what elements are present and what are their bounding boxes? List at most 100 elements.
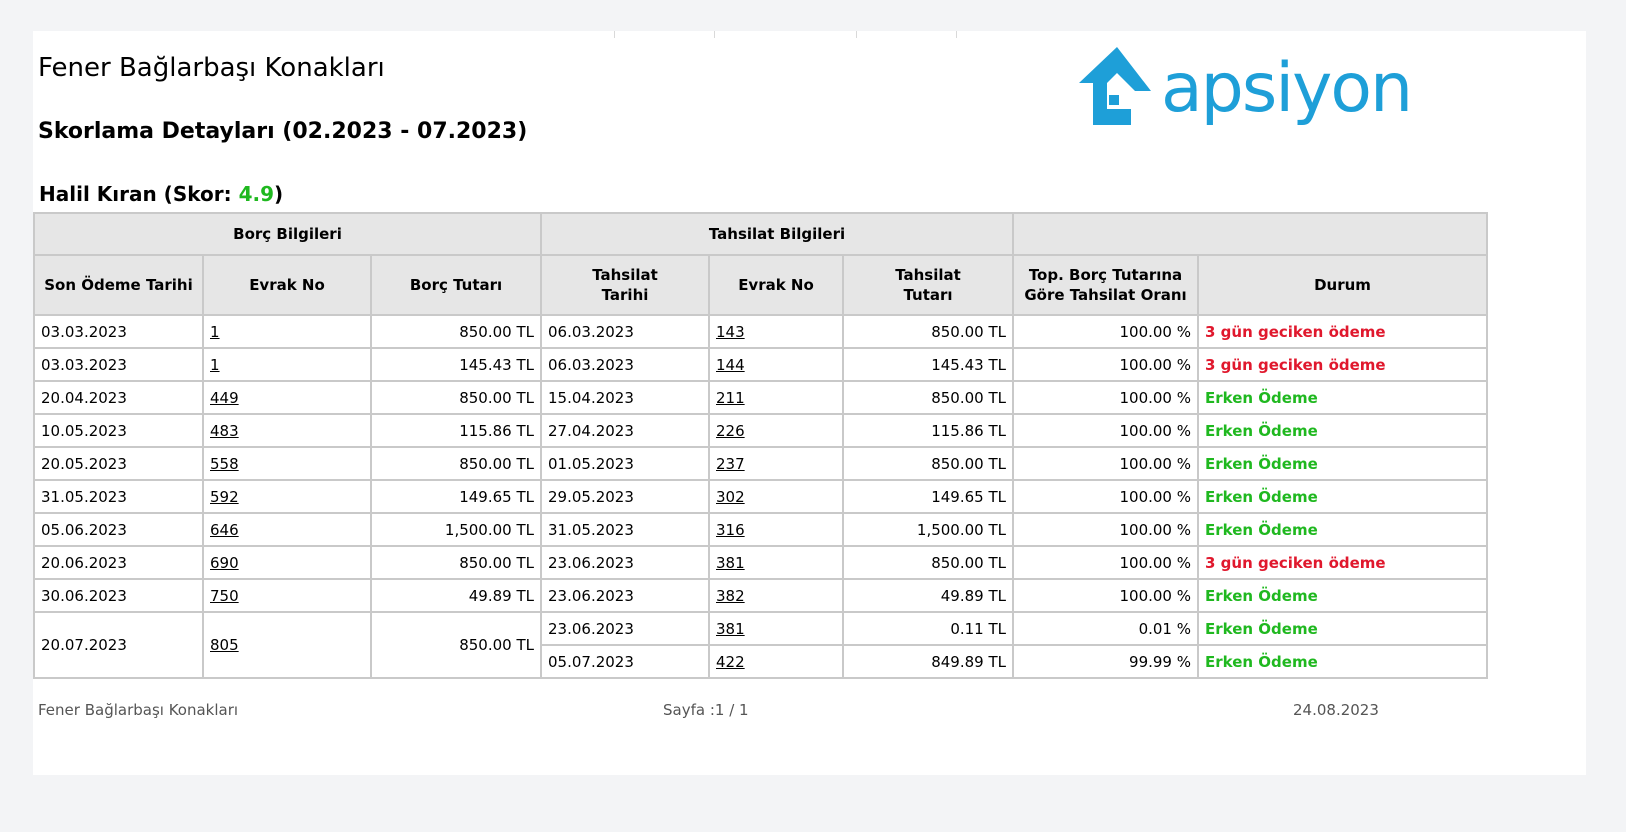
borc-evrak-link[interactable]: 558 [202, 446, 372, 481]
borc-evrak-link[interactable]: 592 [202, 479, 372, 514]
table-row: 20.04.2023 449 850.00 TL 15.04.2023 211 850.0… [33, 380, 1488, 415]
tahsilat-tarihi-cell: 15.04.2023 [540, 380, 710, 415]
tahsilat-evrak-link[interactable]: 302 [708, 479, 844, 514]
tahsilat-orani-cell: 99.99 % [1012, 644, 1199, 679]
table-row: 20.07.2023 805 850.00 TL 23.06.2023 381 0.11 … [33, 611, 1488, 679]
borc-evrak-link[interactable]: 646 [202, 512, 372, 547]
tahsilat-evrak-link[interactable]: 144 [708, 347, 844, 382]
borc-evrak-link[interactable]: 1 [202, 347, 372, 382]
tahsilat-tarihi-cell: 29.05.2023 [540, 479, 710, 514]
borc-tutari-cell: 1,500.00 TL [370, 512, 542, 547]
borc-tutari-cell: 850.00 TL [370, 611, 542, 679]
tahsilat-evrak-link[interactable]: 143 [708, 314, 844, 349]
company-name: Fener Bağlarbaşı Konakları [38, 53, 385, 83]
tahsilat-evrak-link[interactable]: 226 [708, 413, 844, 448]
tahsilat-orani-cell: 100.00 % [1012, 578, 1199, 613]
durum-status: Erken Ödeme [1197, 380, 1488, 415]
table-row: 03.03.2023 1 850.00 TL 06.03.2023 143 850.00 … [33, 314, 1488, 349]
table-body: 03.03.2023 1 850.00 TL 06.03.2023 143 850.00 … [33, 314, 1488, 679]
borc-tutari-cell: 115.86 TL [370, 413, 542, 448]
col-tahsilat-orani: Top. Borç Tutarına Göre Tahsilat Oranı [1012, 254, 1199, 316]
table-row: 31.05.2023 592 149.65 TL 29.05.2023 302 149.6… [33, 479, 1488, 514]
durum-status: Erken Ödeme [1197, 446, 1488, 481]
person-score-heading: Halil Kıran (Skor: 4.9) [39, 182, 284, 206]
tahsilat-tarihi-cell: 06.03.2023 [540, 314, 710, 349]
col-tahsilat-tarihi: Tahsilat Tarihi [540, 254, 710, 316]
group-header-tahsilat: Tahsilat Bilgileri [540, 212, 1014, 256]
borc-tutari-cell: 850.00 TL [370, 545, 542, 580]
tahsilat-tutari-cell: 149.65 TL [842, 479, 1014, 514]
col-evrak-no: Evrak No [202, 254, 372, 316]
tahsilat-evrak-link[interactable]: 316 [708, 512, 844, 547]
tahsilat-evrak-link[interactable]: 381 [708, 611, 844, 646]
son-odeme-tarihi-cell: 20.04.2023 [33, 380, 204, 415]
tahsilat-orani-cell: 100.00 % [1012, 545, 1199, 580]
borc-tutari-cell: 149.65 TL [370, 479, 542, 514]
tahsilat-tutari-cell: 850.00 TL [842, 314, 1014, 349]
report-page: Fener Bağlarbaşı Konakları Skorlama Deta… [33, 31, 1586, 775]
borc-evrak-link[interactable]: 690 [202, 545, 372, 580]
footer-company: Fener Bağlarbaşı Konakları [38, 701, 239, 719]
tahsilat-tarihi-cell: 23.06.2023 [540, 545, 710, 580]
tahsilat-tarihi-cell: 23.06.2023 [540, 578, 710, 613]
son-odeme-tarihi-cell: 20.05.2023 [33, 446, 204, 481]
son-odeme-tarihi-cell: 03.03.2023 [33, 347, 204, 382]
borc-tutari-cell: 850.00 TL [370, 380, 542, 415]
tahsilat-evrak-link[interactable]: 422 [708, 644, 844, 679]
tahsilat-orani-cell: 100.00 % [1012, 314, 1199, 349]
durum-status: Erken Ödeme [1197, 413, 1488, 448]
tahsilat-evrak-link[interactable]: 211 [708, 380, 844, 415]
table-row: 30.06.2023 750 49.89 TL 23.06.2023 382 49.89 … [33, 578, 1488, 613]
table-row: 05.06.2023 646 1,500.00 TL 31.05.2023 316 1,5… [33, 512, 1488, 547]
tahsilat-evrak-link[interactable]: 237 [708, 446, 844, 481]
borc-evrak-link[interactable]: 483 [202, 413, 372, 448]
son-odeme-tarihi-cell: 10.05.2023 [33, 413, 204, 448]
col-son-odeme-tarihi: Son Ödeme Tarihi [33, 254, 204, 316]
tahsilat-evrak-link[interactable]: 381 [708, 545, 844, 580]
tahsilat-tutari-cell: 850.00 TL [842, 380, 1014, 415]
tahsilat-tutari-cell: 0.11 TL [842, 611, 1014, 646]
son-odeme-tarihi-cell: 30.06.2023 [33, 578, 204, 613]
house-icon [1079, 47, 1151, 125]
durum-status: Erken Ödeme [1197, 512, 1488, 547]
report-title: Skorlama Detayları (02.2023 - 07.2023) [38, 119, 528, 144]
tahsilat-evrak-link[interactable]: 382 [708, 578, 844, 613]
tahsilat-orani-cell: 0.01 % [1012, 611, 1199, 646]
durum-status: Erken Ödeme [1197, 611, 1488, 646]
durum-status: 3 gün geciken ödeme [1197, 545, 1488, 580]
col-tahsilat-evrak-no: Evrak No [708, 254, 844, 316]
col-durum: Durum [1197, 254, 1488, 316]
son-odeme-tarihi-cell: 05.06.2023 [33, 512, 204, 547]
durum-status: 3 gün geciken ödeme [1197, 314, 1488, 349]
tahsilat-orani-cell: 100.00 % [1012, 380, 1199, 415]
logo-wordmark: apsiyon [1161, 49, 1413, 128]
borc-tutari-cell: 850.00 TL [370, 314, 542, 349]
tahsilat-tarihi-cell: 06.03.2023 [540, 347, 710, 382]
tahsilat-tarihi-cell: 27.04.2023 [540, 413, 710, 448]
col-borc-tutari: Borç Tutarı [370, 254, 542, 316]
son-odeme-tarihi-cell: 20.06.2023 [33, 545, 204, 580]
borc-evrak-link[interactable]: 449 [202, 380, 372, 415]
tahsilat-orani-cell: 100.00 % [1012, 413, 1199, 448]
tahsilat-tutari-cell: 1,500.00 TL [842, 512, 1014, 547]
table-row: 20.06.2023 690 850.00 TL 23.06.2023 381 850.0… [33, 545, 1488, 580]
tahsilat-tarihi-cell: 31.05.2023 [540, 512, 710, 547]
table-row: 03.03.2023 1 145.43 TL 06.03.2023 144 145.43 … [33, 347, 1488, 382]
borc-tutari-cell: 49.89 TL [370, 578, 542, 613]
tahsilat-tutari-cell: 115.86 TL [842, 413, 1014, 448]
footer-page-number: Sayfa :1 / 1 [663, 701, 749, 719]
table-row: 10.05.2023 483 115.86 TL 27.04.2023 226 115.8… [33, 413, 1488, 448]
tahsilat-tarihi-cell: 01.05.2023 [540, 446, 710, 481]
son-odeme-tarihi-cell: 20.07.2023 [33, 611, 204, 679]
borc-evrak-link[interactable]: 805 [202, 611, 372, 679]
tahsilat-orani-cell: 100.00 % [1012, 479, 1199, 514]
footer-date: 24.08.2023 [1293, 701, 1379, 719]
borc-evrak-link[interactable]: 1 [202, 314, 372, 349]
borc-tutari-cell: 850.00 TL [370, 446, 542, 481]
tahsilat-tutari-cell: 850.00 TL [842, 446, 1014, 481]
apsiyon-logo: apsiyon [1073, 41, 1433, 141]
borc-evrak-link[interactable]: 750 [202, 578, 372, 613]
top-dividers [33, 31, 1586, 39]
person-name: Halil Kıran (Skor: [39, 182, 239, 206]
tahsilat-tutari-cell: 849.89 TL [842, 644, 1014, 679]
